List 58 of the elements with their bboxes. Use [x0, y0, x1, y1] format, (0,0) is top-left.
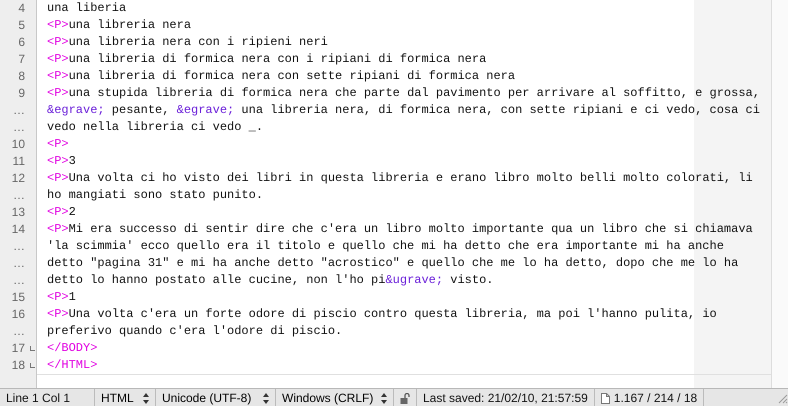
scrollbar[interactable]: [771, 0, 788, 388]
cursor-position: Line 1 Col 1: [0, 389, 95, 406]
line-number: …: [12, 255, 26, 272]
line-number: …: [12, 102, 26, 119]
code-line: <P>una libreria nera: [47, 17, 192, 34]
code-line: 'la scimmia' ecco quello era il titolo e quello che mi ha detto che era importante mi ha anche: [47, 238, 724, 255]
code-line: <P>: [47, 136, 69, 153]
line-number: 10: [10, 136, 26, 153]
stepper-arrows-icon: [263, 392, 269, 404]
code-line: <P>una libreria di formica nera con sette ripiani di formica nera: [47, 68, 516, 85]
code-line: <P>una libreria nera con i ripieni neri: [47, 34, 328, 51]
code-line: </HTML>: [47, 357, 98, 374]
lock-icon[interactable]: [400, 392, 410, 404]
language-popup[interactable]: HTML: [95, 389, 156, 406]
line-number: 16: [10, 306, 26, 323]
line-number: 12: [10, 170, 26, 187]
document-icon: [600, 392, 610, 404]
line-number: 15: [10, 289, 26, 306]
last-saved: Last saved: 21/02/10, 21:57:59: [417, 389, 595, 406]
code-line: <P>2: [47, 204, 76, 221]
line-number: 18: [10, 357, 26, 374]
code-line: <P>una libreria di formica nera con i ripiani di formica nera: [47, 51, 486, 68]
resize-grip-icon[interactable]: [776, 392, 788, 404]
line-number: 9: [17, 85, 26, 102]
line-number: …: [12, 323, 26, 340]
line-endings-popup[interactable]: Windows (CRLF): [276, 389, 394, 406]
stepper-arrows-icon: [381, 392, 387, 404]
code-line: detto lo hanno postato alle cucine, non l'ho pi&ugrave; visto.: [47, 272, 494, 289]
line-number: 4: [17, 0, 26, 17]
line-number: 5: [17, 17, 26, 34]
code-line: <P>Una volta ci ho visto dei libri in questa libreria e erano libro molto belli molto colorati, li: [47, 170, 753, 187]
code-line: <P>Una volta c'era un forte odore di piscio contro questa libreria, ma poi l'hanno pulita, io: [47, 306, 717, 323]
code-line: <P>Mi era successo di sentir dire che c'era un libro molto importante qua un libro che si chiamava: [47, 221, 753, 238]
line-number: …: [12, 187, 26, 204]
stepper-arrows-icon: [143, 392, 149, 404]
code-line: ho mangiati sono stato punito.: [47, 187, 264, 204]
code-line: vedo nella libreria ci vedo _.: [47, 119, 264, 136]
line-number: 7: [17, 51, 26, 68]
document-counts: 1.167 / 214 / 18: [614, 391, 698, 405]
code-line: detto "pagina 31" e mi ha anche detto "acrostico" e quello che me lo ha detto, dopo che me lo ha: [47, 255, 738, 272]
encoding-popup[interactable]: Unicode (UTF-8): [156, 389, 276, 406]
line-number: 17: [10, 340, 26, 357]
code-line: <P>3: [47, 153, 76, 170]
line-number: 11: [12, 153, 26, 170]
code-line: <P>1: [47, 289, 76, 306]
code-line: <P>una stupida libreria di formica nera che parte dal pavimento per arrivare al soffitto, e grossa,: [47, 85, 760, 102]
line-number: 6: [17, 34, 26, 51]
line-number: …: [12, 272, 26, 289]
code-line: preferivo quando c'era l'odore di piscio.: [47, 323, 342, 340]
line-number: 14: [10, 221, 26, 238]
text-area[interactable]: [37, 0, 771, 388]
line-number: …: [12, 119, 26, 136]
code-line: &egrave; pesante, &egrave; una libreria nera, di formica nera, con sette ripiani e ci vedo, cosa ci: [47, 102, 760, 119]
line-number: …: [12, 238, 26, 255]
code-line: </BODY>: [47, 340, 98, 357]
line-number: 8: [17, 68, 26, 85]
code-line: una liberia: [47, 0, 126, 17]
line-number: 13: [10, 204, 26, 221]
